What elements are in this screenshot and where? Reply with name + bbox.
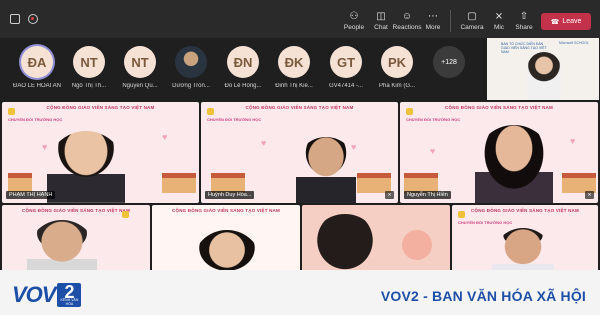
participant[interactable]: GT GV47414 -...: [321, 46, 371, 89]
vov2-logo: VOV 2 KÊNH VĂN HÓA: [12, 282, 82, 308]
background-decoration: [402, 230, 432, 260]
leave-button[interactable]: ☎ Leave: [541, 13, 591, 30]
heart-icon: ♥: [162, 132, 168, 142]
brand-logo-icon: [458, 211, 465, 218]
brand-logo-icon: [207, 108, 214, 115]
house-decoration: [211, 173, 245, 193]
heart-icon: ♥: [570, 136, 576, 146]
recording-icon: [28, 14, 38, 24]
video-tile[interactable]: CỘNG ĐỒNG GIÁO VIÊN SÁNG TẠO VIỆT NAM CH…: [2, 102, 199, 203]
heart-icon: ♥: [261, 138, 267, 148]
participant[interactable]: NT Nguyễn Qu...: [115, 46, 165, 89]
tile-brand: CHUYỂN ĐỔI TRƯỜNG HỌC: [207, 108, 261, 122]
participant-name-tag: Nguyễn Thị Hiền: [404, 191, 451, 199]
brand-logo-icon: [8, 108, 15, 115]
house-decoration: [162, 173, 196, 193]
avatar: ĐK: [278, 46, 310, 78]
avatar: GT: [330, 46, 362, 78]
tile-banner: CỘNG ĐỒNG GIÁO VIÊN SÁNG TẠO VIỆT NAM: [172, 208, 280, 213]
brand-logo-icon: [122, 211, 129, 218]
shield-icon[interactable]: [10, 14, 20, 24]
heart-icon: ♥: [42, 142, 48, 152]
participant-name-tag: PHẠM THỊ HẠNH: [6, 191, 56, 199]
participant[interactable]: ĐA ĐÀO LÊ HOÀI AN: [12, 46, 62, 89]
participant[interactable]: ĐN Đỗ Lê Hồng...: [218, 46, 268, 89]
broadcast-caption: VOV2 - BAN VĂN HÓA XÃ HỘI: [380, 288, 586, 304]
house-decoration: [8, 173, 32, 193]
video-tile[interactable]: CỘNG ĐỒNG GIÁO VIÊN SÁNG TẠO VIỆT NAM CH…: [201, 102, 398, 203]
more-icon: ⋯: [428, 11, 438, 22]
house-decoration: [562, 173, 596, 193]
participant-name: Pha Kim (G...: [378, 83, 415, 89]
brand-text: CHUYỂN ĐỔI TRƯỜNG HỌC: [8, 117, 63, 122]
logo-text: VOV: [12, 282, 56, 307]
meeting-toolbar: ⚇ People ◫ Chat ☺ Reactions ⋯ More ▢ Cam…: [0, 0, 600, 38]
more-button[interactable]: ⋯ More: [416, 11, 450, 31]
heart-icon: ♥: [351, 142, 357, 152]
participant-video: [475, 125, 553, 203]
avatar: PK: [381, 46, 413, 78]
brand-text: CHUYỂN ĐỔI TRƯỜNG HỌC: [458, 220, 513, 225]
toolbar-left: [10, 14, 46, 24]
people-label: People: [343, 24, 365, 31]
participant[interactable]: NT Ngô Thị Th...: [64, 46, 114, 89]
leave-label: Leave: [562, 18, 582, 25]
participant-name: Đỗ Lê Hồng...: [224, 83, 262, 89]
participant-name: ĐÀO LÊ HOÀI AN: [12, 83, 61, 89]
brand-text: CHUYỂN ĐỔI TRƯỜNG HỌC: [406, 117, 461, 122]
heart-icon: ♥: [430, 146, 436, 156]
share-button[interactable]: ⇧ Share: [507, 11, 541, 31]
participant-name: Ngô Thị Th...: [71, 83, 107, 89]
participant-name-tag: Huỳnh Duy Hòa...: [205, 191, 255, 199]
house-decoration: [357, 173, 391, 193]
house-decoration: [404, 173, 438, 193]
tile-brand: CHUYỂN ĐỔI TRƯỜNG HỌC: [8, 108, 62, 122]
featured-logo: Microsoft SCHOOL: [559, 41, 589, 45]
brand-logo-icon: [406, 108, 413, 115]
video-tile[interactable]: [302, 205, 450, 280]
tile-brand: CHUYỂN ĐỔI TRƯỜNG HỌC: [458, 211, 512, 225]
video-tile[interactable]: CỘNG ĐỒNG GIÁO VIÊN SÁNG TẠO VIỆT NAM CH…: [400, 102, 598, 203]
participant-name: GV47414 -...: [328, 83, 364, 89]
toolbar-divider: [450, 10, 451, 32]
video-tile[interactable]: CỘNG ĐỒNG GIÁO VIÊN SÁNG TẠO VIỆT NAM: [2, 205, 150, 280]
more-participants-button[interactable]: +128: [424, 46, 474, 78]
tile-brand: CHUYỂN ĐỔI TRƯỜNG HỌC: [406, 108, 460, 122]
video-tile[interactable]: CỘNG ĐỒNG GIÁO VIÊN SÁNG TẠO VIỆT NAM CH…: [452, 205, 598, 280]
avatar: ĐN: [227, 46, 259, 78]
logo-subtitle: KÊNH VĂN HÓA: [60, 298, 79, 306]
chat-label: Chat: [374, 24, 388, 31]
camera-label: Camera: [460, 24, 484, 31]
mic-off-icon: ⨯: [585, 191, 594, 199]
mic-label: Mic: [493, 24, 505, 31]
avatar: NT: [73, 46, 105, 78]
participant[interactable]: Dương Tron...: [166, 46, 216, 89]
participant-video: [47, 131, 125, 203]
phone-icon: ☎: [550, 18, 560, 26]
more-label: More: [425, 24, 441, 31]
avatar: ĐA: [21, 46, 53, 78]
share-label: Share: [515, 24, 533, 31]
participant[interactable]: PK Pha Kim (G...: [372, 46, 422, 89]
mic-off-icon: ⨯: [385, 191, 394, 199]
featured-video-tile[interactable]: BAN TỔ CHỨC DIỄN ĐÀN GIÁO VIÊN SÁNG TẠO …: [487, 38, 599, 100]
participant-name: Nguyễn Qu...: [122, 83, 158, 89]
logo-number-box: 2 KÊNH VĂN HÓA: [57, 283, 82, 307]
avatar-photo: [175, 46, 207, 78]
share-icon: ⇧: [519, 11, 529, 22]
brand-text: CHUYỂN ĐỔI TRƯỜNG HỌC: [207, 117, 262, 122]
presenter-video: [527, 52, 561, 100]
video-tile[interactable]: CỘNG ĐỒNG GIÁO VIÊN SÁNG TẠO VIỆT NAM: [152, 205, 300, 280]
participant-video: [296, 137, 356, 203]
participant-name: Đinh Thị Kiề...: [275, 83, 313, 89]
avatar: NT: [124, 46, 156, 78]
participant[interactable]: ĐK Đinh Thị Kiề...: [269, 46, 319, 89]
participant-name: Dương Tron...: [172, 83, 210, 89]
more-participants-count: +128: [433, 46, 465, 78]
tile-brand: [122, 211, 129, 220]
